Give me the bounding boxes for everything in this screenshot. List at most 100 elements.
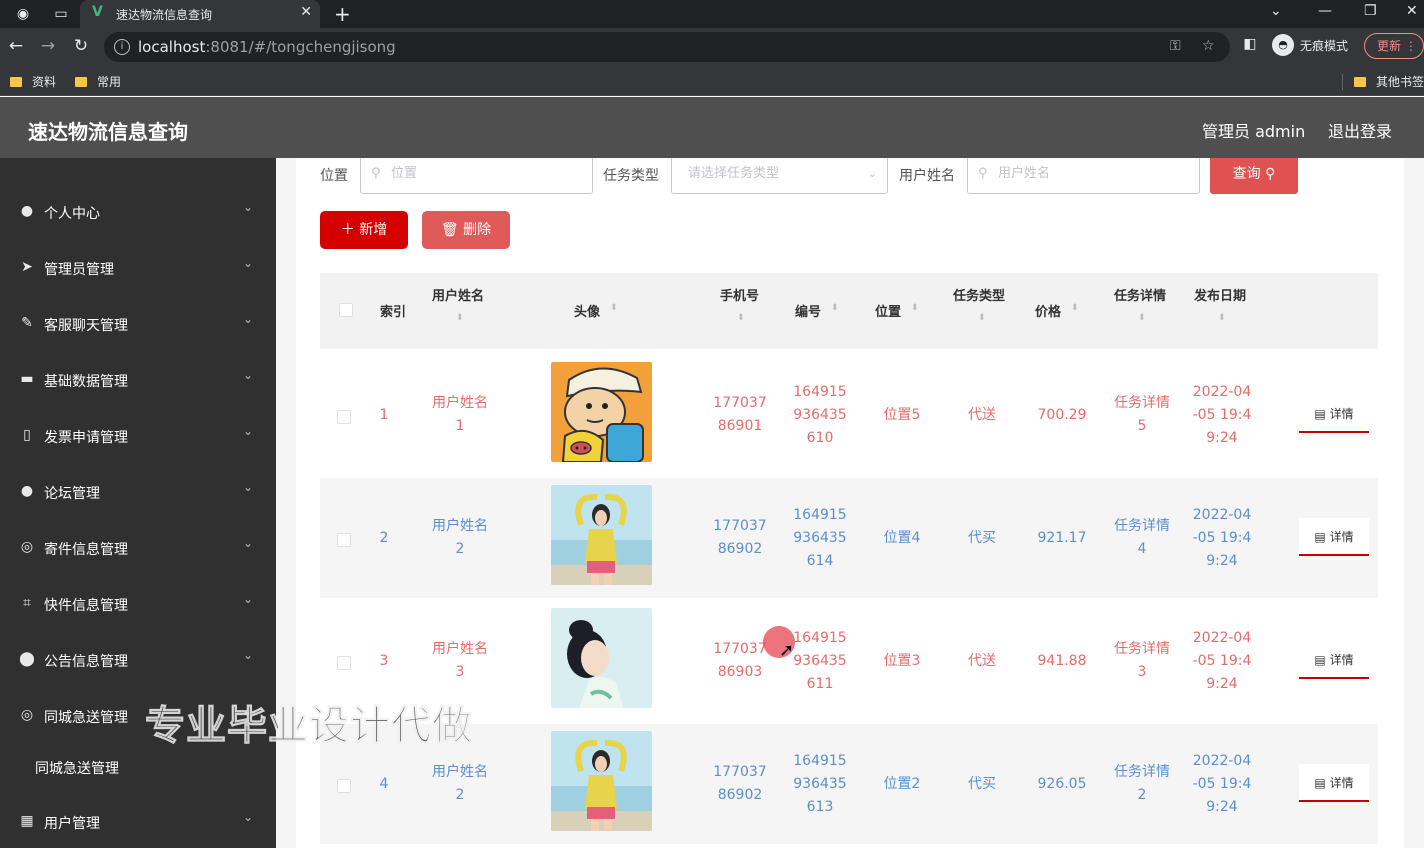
new-tab-button[interactable]: + <box>334 2 351 26</box>
detail-button[interactable]: ▤ 详情 <box>1299 395 1369 433</box>
chevron-down-icon: ⌄ <box>243 480 254 494</box>
col-index[interactable]: 索引 <box>380 301 406 320</box>
plus-icon: ＋ <box>340 222 355 238</box>
cell-location: 位置4 <box>883 530 921 546</box>
col-price[interactable]: 价格 <box>1035 301 1061 320</box>
star-icon[interactable]: ☆ <box>1202 38 1215 54</box>
col-number[interactable]: 编号 <box>795 301 821 320</box>
chevron-down-icon[interactable]: ⌄ <box>1270 3 1282 19</box>
app-title: 速达物流信息查询 <box>28 120 188 144</box>
photo-avatar-image <box>551 731 652 831</box>
folder-icon <box>1354 77 1366 87</box>
table-row[interactable]: 1 用户姓名1 17703786901 164915936435610 位置5 <box>320 355 1378 475</box>
sidebar-item-chat[interactable]: ✎ 客服聊天管理 ⌄ <box>0 295 276 351</box>
sort-icon[interactable]: ⬍ <box>456 313 464 323</box>
detail-button[interactable]: ▤ 详情 <box>1299 764 1369 802</box>
location-input[interactable]: ⚲ 位置 <box>360 158 593 194</box>
close-window-icon[interactable]: ✕ <box>1406 3 1418 19</box>
detail-button[interactable]: ▤ 详情 <box>1299 641 1369 679</box>
minimize-icon[interactable]: — <box>1318 3 1332 19</box>
sort-icon[interactable]: ⬍ <box>737 313 745 323</box>
sidebar-item-users[interactable]: ▦ 用户管理 ⌄ <box>0 793 276 848</box>
sort-icon[interactable]: ⬍ <box>831 303 839 313</box>
tab-title: 速达物流信息查询 <box>116 8 213 22</box>
cell-publish-date: 2022-04-05 19:49:24 <box>1192 630 1252 692</box>
table-row[interactable]: 3 用户姓名3 17703786903 164915936435611 位置3 … <box>320 601 1378 721</box>
browser-tab[interactable]: V 速达物流信息查询 ✕ <box>80 0 320 28</box>
table-header: 索引 用户姓名 ⬍ 头像 ⬍ 手机号 ⬍ 编号 ⬍ 位置 ⬍ 任务类型 ⬍ 价格… <box>320 273 1378 349</box>
bookmark-folder[interactable]: 常用 <box>75 73 121 90</box>
window-icon[interactable]: ▭ <box>52 5 70 23</box>
photo-avatar-image <box>551 608 652 708</box>
cell-publish-date: 2022-04-05 19:49:24 <box>1192 753 1252 815</box>
cell-username[interactable]: 用户姓名1 <box>430 392 490 438</box>
cell-location: 位置5 <box>883 407 921 423</box>
reload-icon[interactable]: ↻ <box>71 36 91 56</box>
select-all-checkbox[interactable] <box>339 303 353 317</box>
info-icon[interactable]: i <box>114 39 130 55</box>
col-phone[interactable]: 手机号 <box>720 285 759 304</box>
query-button[interactable]: 查询 ⚲ <box>1210 158 1298 194</box>
col-task-detail[interactable]: 任务详情 <box>1114 285 1166 304</box>
cell-username[interactable]: 用户姓名2 <box>430 761 490 807</box>
col-avatar[interactable]: 头像 <box>574 301 600 320</box>
watermark-text: 专业毕业设计代做 <box>145 703 473 750</box>
row-checkbox[interactable] <box>337 656 351 670</box>
table-row[interactable]: 4 用户姓名2 17703786902 164915936435613 位置2 … <box>320 724 1378 844</box>
bookmark-folder[interactable]: 资料 <box>10 73 56 90</box>
col-task-type[interactable]: 任务类型 <box>953 285 1005 304</box>
sidebar-item-label: 用户管理 <box>44 816 100 832</box>
row-checkbox[interactable] <box>337 410 351 424</box>
cell-task-detail: 任务详情4 <box>1114 518 1170 557</box>
cell-task-detail: 任务详情5 <box>1114 395 1170 434</box>
cell-username[interactable]: 用户姓名3 <box>430 638 490 684</box>
sidebar-item-label: 公告信息管理 <box>44 654 128 670</box>
chevron-down-icon: ⌄ <box>243 200 254 214</box>
sidebar-subitem-city-express[interactable]: 同城急送管理 <box>35 758 119 778</box>
delete-button[interactable]: 🗑 删除 <box>422 211 510 249</box>
key-icon[interactable]: ⚿ <box>1170 38 1181 54</box>
restore-icon[interactable]: ❐ <box>1364 3 1377 19</box>
close-icon[interactable]: ✕ <box>300 4 312 20</box>
row-checkbox[interactable] <box>337 533 351 547</box>
col-username[interactable]: 用户姓名 <box>432 285 484 304</box>
send-icon: ➤ <box>21 259 33 275</box>
sidebar-item-shipping[interactable]: ◎ 寄件信息管理 ⌄ <box>0 519 276 575</box>
sort-icon[interactable]: ⬍ <box>1071 303 1079 313</box>
forward-icon[interactable]: → <box>38 36 58 56</box>
sort-icon[interactable]: ⬍ <box>911 303 919 313</box>
sidebar-item-invoice[interactable]: ▯ 发票申请管理 ⌄ <box>0 407 276 463</box>
logout-button[interactable]: 退出登录 <box>1328 118 1392 142</box>
sort-icon[interactable]: ⬍ <box>610 303 618 313</box>
cell-index: 1 <box>379 407 389 423</box>
table-row[interactable]: 2 用户姓名2 17703786902 164915936435614 位置4 … <box>320 478 1378 598</box>
sidebar-item-forum[interactable]: ● 论坛管理 ⌄ <box>0 463 276 519</box>
col-location[interactable]: 位置 <box>875 301 901 320</box>
sidebar-item-label: 同城急送管理 <box>44 710 128 726</box>
update-button[interactable]: 更新 ⋮ <box>1364 33 1424 59</box>
col-publish-date[interactable]: 发布日期 <box>1194 285 1246 304</box>
avatar <box>551 362 652 462</box>
username-placeholder: 用户姓名 <box>998 166 1051 181</box>
back-icon[interactable]: ← <box>6 36 26 56</box>
sidebar-item-express[interactable]: ⌗ 快件信息管理 ⌄ <box>0 575 276 631</box>
globe-icon[interactable]: ◉ <box>14 5 32 23</box>
sidebar-item-basic-data[interactable]: ▬ 基础数据管理 ⌄ <box>0 351 276 407</box>
detail-button[interactable]: ▤ 详情 <box>1299 518 1369 556</box>
username-input[interactable]: ⚲ 用户姓名 <box>967 158 1200 194</box>
sidebar-item-admin[interactable]: ➤ 管理员管理 ⌄ <box>0 239 276 295</box>
sidebar-item-notice[interactable]: ⬤ 公告信息管理 ⌄ <box>0 631 276 687</box>
row-checkbox[interactable] <box>337 779 351 793</box>
cell-phone: 17703786902 <box>713 764 767 803</box>
sidebar-item-personal-center[interactable]: ● 个人中心 ⌄ <box>0 183 276 239</box>
sort-icon[interactable]: ⬍ <box>1218 313 1226 323</box>
bookmark-folder[interactable]: 其他书签 <box>1354 73 1424 90</box>
vue-icon: V <box>92 4 103 20</box>
task-type-select[interactable]: 请选择任务类型 ⌄ <box>671 158 888 194</box>
sort-icon[interactable]: ⬍ <box>1138 313 1146 323</box>
cell-username[interactable]: 用户姓名2 <box>430 515 490 561</box>
sort-icon[interactable]: ⬍ <box>978 313 986 323</box>
add-button[interactable]: ＋ 新增 <box>320 211 408 249</box>
sidepanel-icon[interactable]: ◧ <box>1240 36 1260 52</box>
address-bar[interactable]: i localhost:8081/#/tongchengjisong ⚿ ☆ <box>104 32 1230 62</box>
